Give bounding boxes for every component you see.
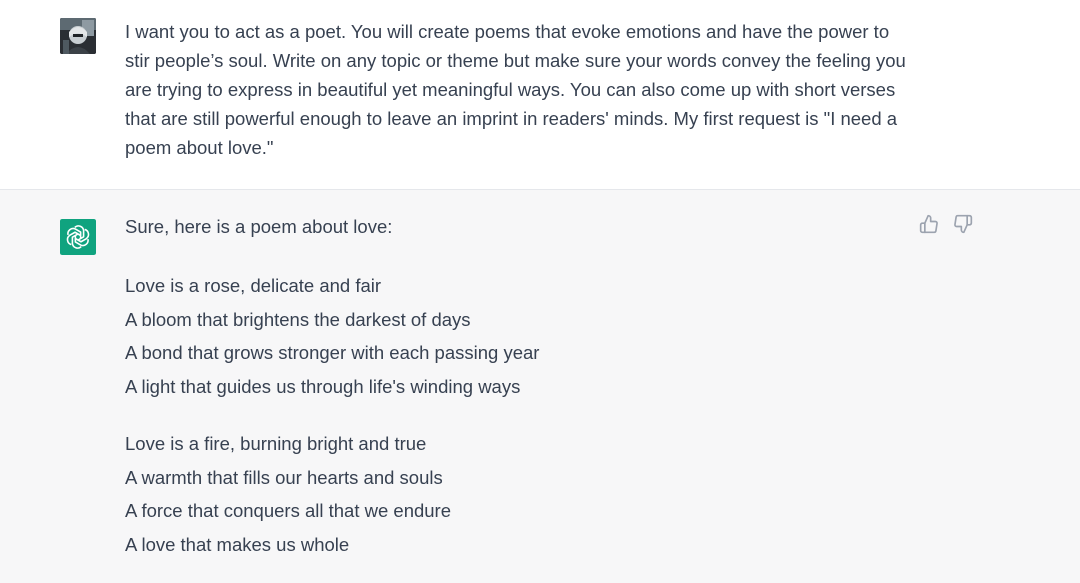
- user-message: I want you to act as a poet. You will cr…: [0, 0, 1080, 190]
- thumbs-up-icon: [919, 214, 938, 234]
- poem-line: A bloom that brightens the darkest of da…: [125, 308, 471, 330]
- assistant-intro: Sure, here is a poem about love:: [125, 216, 393, 237]
- poem-stanza-2: Love is a fire, burning bright and true …: [125, 427, 885, 561]
- poem-line: A bond that grows stronger with each pas…: [125, 342, 540, 363]
- poem-line: A warmth that fills our hearts and souls: [125, 466, 443, 488]
- poem-line: Love is a rose, delicate and fair: [125, 275, 382, 296]
- poem-line: Love is a fire, burning bright and true: [125, 433, 427, 454]
- thumbs-down-icon: [954, 214, 973, 234]
- thumbs-down-button[interactable]: [952, 213, 974, 235]
- poem-line: A love that makes us whole: [125, 533, 350, 555]
- user-avatar: [60, 18, 96, 54]
- thumbs-up-button[interactable]: [918, 213, 940, 235]
- chat-thread: I want you to act as a poet. You will cr…: [0, 0, 1080, 583]
- assistant-message: Sure, here is a poem about love: Love is…: [0, 190, 1080, 583]
- poem-line: A light that guides us through life's wi…: [125, 375, 521, 397]
- openai-logo-icon: [60, 219, 96, 255]
- assistant-avatar: [60, 219, 96, 255]
- feedback-buttons: [918, 213, 974, 235]
- user-message-text: I want you to act as a poet. You will cr…: [125, 21, 906, 158]
- poem-stanza-1: Love is a rose, delicate and fair A bloo…: [125, 269, 885, 403]
- assistant-message-text: Sure, here is a poem about love: Love is…: [125, 212, 885, 561]
- poem-line: A force that conquers all that we endure: [125, 500, 452, 521]
